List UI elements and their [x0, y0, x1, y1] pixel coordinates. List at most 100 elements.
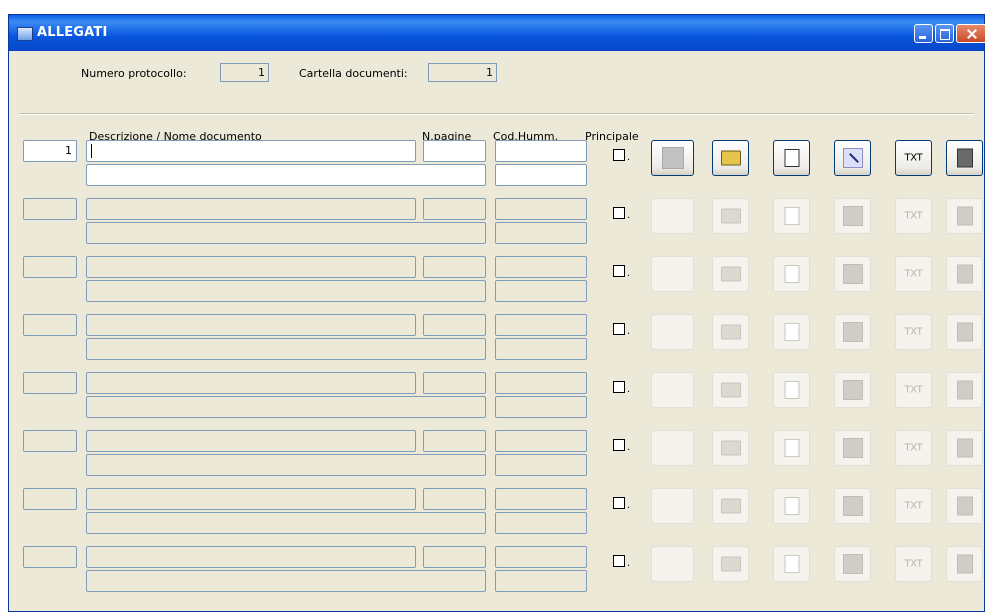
document-name-field[interactable] — [86, 338, 486, 360]
code-field-secondary[interactable] — [495, 396, 587, 418]
protocol-number-field[interactable]: 1 — [220, 63, 269, 82]
code-field-secondary[interactable] — [495, 338, 587, 360]
description-field[interactable] — [86, 198, 416, 220]
row-number-field[interactable] — [23, 198, 77, 220]
document-name-field[interactable] — [86, 454, 486, 476]
title-bar[interactable]: ALLEGATI — [9, 15, 985, 51]
code-field[interactable] — [495, 546, 587, 568]
code-field[interactable] — [495, 314, 587, 336]
paste-button[interactable] — [946, 430, 983, 466]
pages-field[interactable] — [423, 372, 486, 394]
code-field-secondary[interactable] — [495, 280, 587, 302]
preview-button[interactable] — [651, 198, 694, 234]
paste-button[interactable] — [946, 198, 983, 234]
row-number-field[interactable] — [23, 546, 77, 568]
open-document-button[interactable] — [773, 430, 810, 466]
browse-folder-button[interactable] — [712, 256, 749, 292]
code-field[interactable] — [495, 198, 587, 220]
sign-button[interactable] — [834, 430, 871, 466]
description-field[interactable] — [86, 314, 416, 336]
paste-button[interactable] — [946, 314, 983, 350]
code-field[interactable] — [495, 256, 587, 278]
description-field[interactable] — [86, 546, 416, 568]
preview-button[interactable] — [651, 430, 694, 466]
row-number-field[interactable] — [23, 372, 77, 394]
pages-field[interactable] — [423, 198, 486, 220]
open-document-button[interactable] — [773, 198, 810, 234]
description-field[interactable] — [86, 140, 416, 162]
row-number-field[interactable] — [23, 256, 77, 278]
paste-button[interactable] — [946, 488, 983, 524]
description-field[interactable] — [86, 488, 416, 510]
preview-button[interactable] — [651, 140, 694, 176]
main-checkbox[interactable] — [613, 149, 625, 161]
pages-field[interactable] — [423, 140, 486, 162]
text-button[interactable]: TXT — [895, 372, 932, 408]
description-field[interactable] — [86, 372, 416, 394]
preview-button[interactable] — [651, 256, 694, 292]
sign-button[interactable] — [834, 314, 871, 350]
document-name-field[interactable] — [86, 570, 486, 592]
code-field-secondary[interactable] — [495, 164, 587, 186]
preview-button[interactable] — [651, 372, 694, 408]
browse-folder-button[interactable] — [712, 198, 749, 234]
open-document-button[interactable] — [773, 546, 810, 582]
sign-button[interactable] — [834, 140, 871, 176]
code-field-secondary[interactable] — [495, 570, 587, 592]
text-button[interactable]: TXT — [895, 140, 932, 176]
text-button[interactable]: TXT — [895, 314, 932, 350]
main-checkbox[interactable] — [613, 555, 625, 567]
open-document-button[interactable] — [773, 140, 810, 176]
paste-button[interactable] — [946, 256, 983, 292]
sign-button[interactable] — [834, 256, 871, 292]
text-button[interactable]: TXT — [895, 256, 932, 292]
row-number-field[interactable] — [23, 430, 77, 452]
code-field-secondary[interactable] — [495, 222, 587, 244]
main-checkbox[interactable] — [613, 265, 625, 277]
minimize-button[interactable] — [914, 24, 933, 43]
sign-button[interactable] — [834, 488, 871, 524]
open-document-button[interactable] — [773, 488, 810, 524]
document-name-field[interactable] — [86, 280, 486, 302]
paste-button[interactable] — [946, 372, 983, 408]
browse-folder-button[interactable] — [712, 314, 749, 350]
browse-folder-button[interactable] — [712, 488, 749, 524]
sign-button[interactable] — [834, 372, 871, 408]
maximize-button[interactable] — [935, 24, 954, 43]
preview-button[interactable] — [651, 314, 694, 350]
code-field-secondary[interactable] — [495, 454, 587, 476]
main-checkbox[interactable] — [613, 497, 625, 509]
pages-field[interactable] — [423, 256, 486, 278]
browse-folder-button[interactable] — [712, 140, 749, 176]
pages-field[interactable] — [423, 430, 486, 452]
description-field[interactable] — [86, 256, 416, 278]
code-field[interactable] — [495, 488, 587, 510]
browse-folder-button[interactable] — [712, 546, 749, 582]
text-button[interactable]: TXT — [895, 430, 932, 466]
document-name-field[interactable] — [86, 164, 486, 186]
code-field-secondary[interactable] — [495, 512, 587, 534]
document-name-field[interactable] — [86, 222, 486, 244]
text-button[interactable]: TXT — [895, 488, 932, 524]
main-checkbox[interactable] — [613, 323, 625, 335]
open-document-button[interactable] — [773, 256, 810, 292]
row-number-field[interactable] — [23, 314, 77, 336]
pages-field[interactable] — [423, 546, 486, 568]
close-button[interactable] — [956, 24, 985, 43]
pages-field[interactable] — [423, 314, 486, 336]
text-button[interactable]: TXT — [895, 546, 932, 582]
code-field[interactable] — [495, 140, 587, 162]
browse-folder-button[interactable] — [712, 372, 749, 408]
preview-button[interactable] — [651, 546, 694, 582]
preview-button[interactable] — [651, 488, 694, 524]
code-field[interactable] — [495, 430, 587, 452]
code-field[interactable] — [495, 372, 587, 394]
row-number-field[interactable]: 1 — [23, 140, 77, 162]
sign-button[interactable] — [834, 546, 871, 582]
folder-number-field[interactable]: 1 — [428, 63, 497, 82]
pages-field[interactable] — [423, 488, 486, 510]
open-document-button[interactable] — [773, 314, 810, 350]
sign-button[interactable] — [834, 198, 871, 234]
paste-button[interactable] — [946, 546, 983, 582]
document-name-field[interactable] — [86, 396, 486, 418]
